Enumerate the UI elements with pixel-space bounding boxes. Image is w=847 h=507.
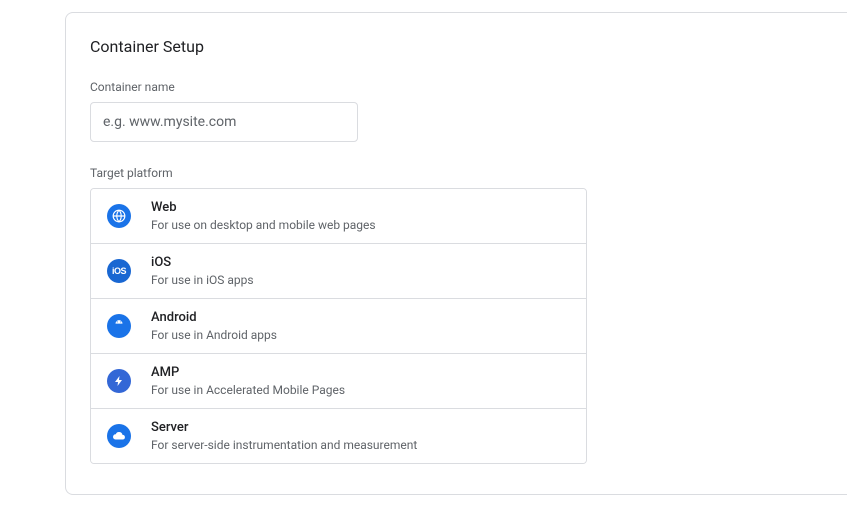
platform-option-amp[interactable]: AMP For use in Accelerated Mobile Pages (91, 354, 586, 409)
platform-option-ios[interactable]: iOS iOS For use in iOS apps (91, 244, 586, 299)
container-setup-panel: Container Setup Container name Target pl… (65, 12, 847, 495)
platform-option-server[interactable]: Server For server-side instrumentation a… (91, 409, 586, 463)
panel-title: Container Setup (90, 37, 847, 56)
platform-name: Web (151, 199, 376, 217)
platform-desc: For use in Accelerated Mobile Pages (151, 382, 345, 398)
platform-list: Web For use on desktop and mobile web pa… (90, 188, 587, 464)
platform-desc: For use in iOS apps (151, 272, 254, 288)
platform-desc: For use on desktop and mobile web pages (151, 217, 376, 233)
android-icon (107, 314, 131, 338)
platform-name: AMP (151, 364, 345, 382)
container-name-input[interactable] (90, 102, 358, 142)
platform-name: Server (151, 419, 417, 437)
platform-name: Android (151, 309, 277, 327)
platform-option-web[interactable]: Web For use on desktop and mobile web pa… (91, 189, 586, 244)
container-name-label: Container name (90, 80, 847, 94)
target-platform-label: Target platform (90, 166, 847, 180)
amp-icon (107, 369, 131, 393)
ios-icon: iOS (107, 259, 131, 283)
platform-name: iOS (151, 254, 254, 272)
server-icon (107, 424, 131, 448)
platform-desc: For use in Android apps (151, 327, 277, 343)
web-icon (107, 204, 131, 228)
platform-desc: For server-side instrumentation and meas… (151, 437, 417, 453)
platform-option-android[interactable]: Android For use in Android apps (91, 299, 586, 354)
